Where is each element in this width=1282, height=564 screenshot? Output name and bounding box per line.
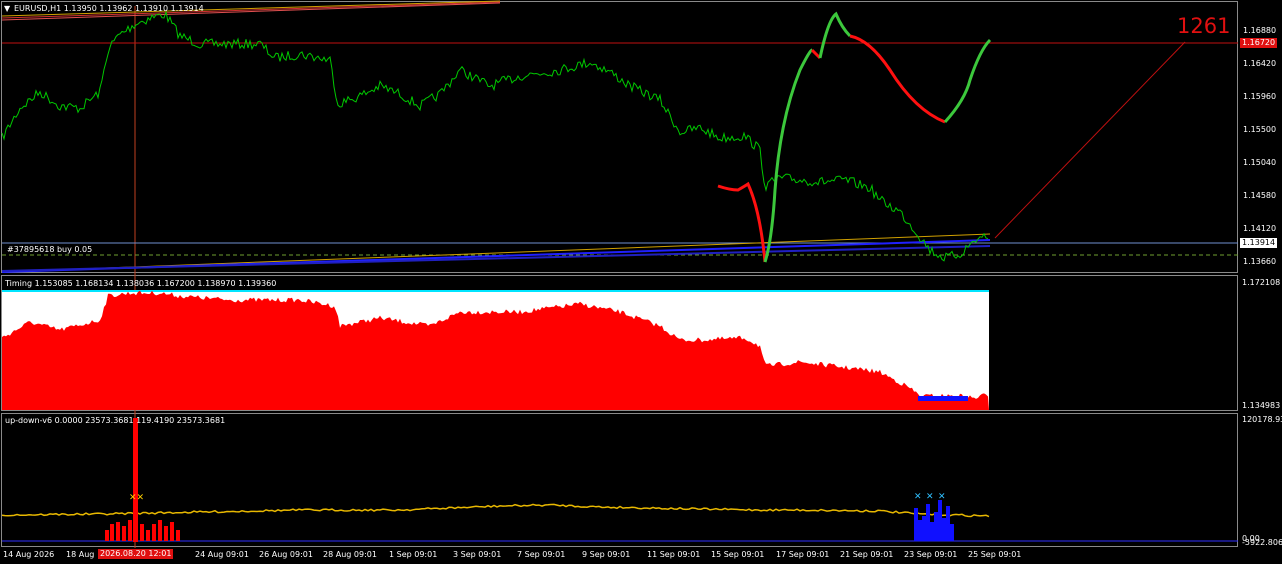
current-price-tag: 1.13914: [1240, 238, 1278, 248]
time-axis-label: 23 Sep 09:01: [904, 550, 958, 559]
time-axis-label: 18 Aug: [66, 550, 95, 559]
updown-bar: [105, 530, 109, 541]
updown-bar: [938, 500, 942, 541]
forecast-curve-down: [717, 181, 767, 263]
updown-bar: [146, 530, 150, 541]
updown-marker: ✕: [938, 492, 946, 502]
price-axis-label: 1.16880: [1243, 26, 1277, 35]
updown-marker: ✕✕: [129, 493, 144, 503]
updown-axis-label: -5922.8064: [1242, 538, 1282, 547]
price-axis-label: 1.14580: [1243, 191, 1277, 200]
channel-line: [1, 245, 991, 272]
updown-bar: [116, 522, 120, 541]
timing-axis-label: 1.172108: [1242, 278, 1281, 287]
updown-bar: [140, 524, 144, 541]
timing-axis-label: 1.134983: [1242, 401, 1281, 410]
order-label[interactable]: #37895618 buy 0.05: [7, 245, 92, 254]
updown-bar: [170, 522, 174, 541]
time-axis-label: 1 Sep 09:01: [389, 550, 438, 559]
updown-bar: [942, 518, 946, 541]
forecast-curve-down: [849, 34, 946, 124]
updown-bar: [164, 526, 168, 541]
updown-bar: [128, 520, 132, 541]
forecast-curve-up: [763, 48, 813, 263]
updown-bar: [930, 522, 934, 541]
red-line-price-tag: 1.16720: [1240, 38, 1278, 48]
time-axis-label: 15 Sep 09:01: [711, 550, 765, 559]
price-axis-label: 1.14120: [1243, 224, 1277, 233]
time-axis-label: 3 Sep 09:01: [453, 550, 502, 559]
projection-line: [994, 41, 1186, 239]
time-axis-label: 21 Sep 09:01: [840, 550, 894, 559]
price-axis-label: 1.15040: [1243, 158, 1277, 167]
time-axis-label: 11 Sep 09:01: [647, 550, 701, 559]
price-axis-label: 1.16420: [1243, 59, 1277, 68]
timing-blue-segment: [918, 396, 968, 401]
updown-bar: [918, 520, 922, 541]
price-axis-label: 1.13660: [1243, 257, 1277, 266]
time-axis-label: 25 Sep 09:01: [968, 550, 1022, 559]
updown-bar: [152, 524, 156, 541]
updown-bar: [176, 530, 180, 541]
updown-bar: [950, 524, 954, 541]
symbol-header: EURUSD,H1 1.13950 1.13962 1.13910 1.1391…: [14, 4, 204, 13]
time-axis-label: 17 Sep 09:01: [776, 550, 830, 559]
updown-bar: [914, 508, 918, 541]
time-axis-label: 28 Aug 09:01: [323, 550, 377, 559]
symbol-dropdown-icon[interactable]: ▼: [4, 4, 10, 13]
big-count-label: 1261: [1177, 14, 1231, 38]
updown-axis-label: 120178.93: [1242, 415, 1282, 424]
updown-bar: [926, 504, 930, 541]
price-axis-label: 1.15960: [1243, 92, 1277, 101]
time-axis-label: 24 Aug 09:01: [195, 550, 249, 559]
crosshair-time-tag: 2026.08.20 12:01: [98, 549, 174, 559]
price-series: [1, 11, 989, 262]
time-axis-label: 7 Sep 09:01: [517, 550, 566, 559]
updown-bar: [158, 520, 162, 541]
updown-header: up-down-v6 0.0000 23573.3681 119.4190 23…: [5, 416, 226, 425]
updown-marker: ✕: [914, 492, 922, 502]
time-axis-label: 14 Aug 2026: [3, 550, 55, 559]
time-axis-label: 9 Sep 09:01: [582, 550, 631, 559]
updown-bar: [122, 526, 126, 541]
updown-spike-bar: [133, 418, 138, 542]
forecast-curve-up: [943, 38, 992, 124]
updown-bar: [922, 516, 926, 541]
time-axis-label: 26 Aug 09:01: [259, 550, 313, 559]
updown-bar: [946, 506, 950, 541]
updown-signal-line: [1, 503, 990, 518]
price-axis-label: 1.15500: [1243, 125, 1277, 134]
updown-bar: [110, 524, 114, 541]
updown-marker: ✕: [926, 492, 934, 502]
forecast-curve-up: [818, 11, 852, 59]
timing-header: Timing 1.153085 1.168134 1.138036 1.1672…: [5, 279, 277, 288]
updown-bar: [934, 512, 938, 541]
